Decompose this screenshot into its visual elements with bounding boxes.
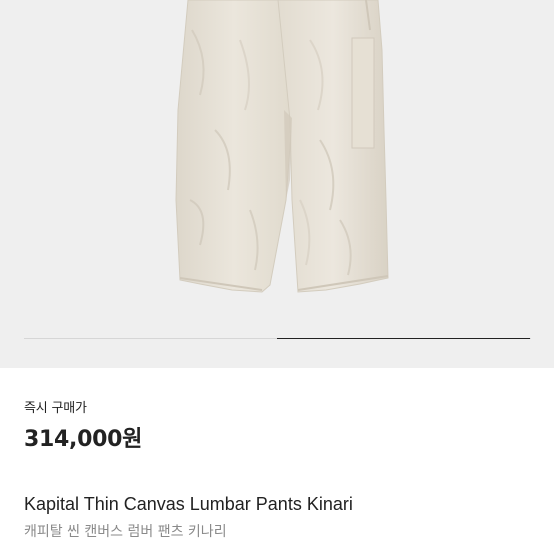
carousel-indicator xyxy=(24,338,531,339)
pants-photo-icon xyxy=(175,0,389,293)
product-detail-page: 즉시 구매가 314,000원 Kapital Thin Canvas Lumb… xyxy=(0,0,554,554)
product-name-ko: 캐피탈 씬 캔버스 럼버 팬츠 키나리 xyxy=(24,524,227,540)
price-amount: 314,000원 xyxy=(24,427,143,452)
carousel-active-segment xyxy=(277,338,530,339)
product-name-en: Kapital Thin Canvas Lumbar Pants Kinari xyxy=(24,494,353,514)
price-label: 즉시 구매가 xyxy=(24,401,87,416)
product-image[interactable] xyxy=(0,0,554,368)
